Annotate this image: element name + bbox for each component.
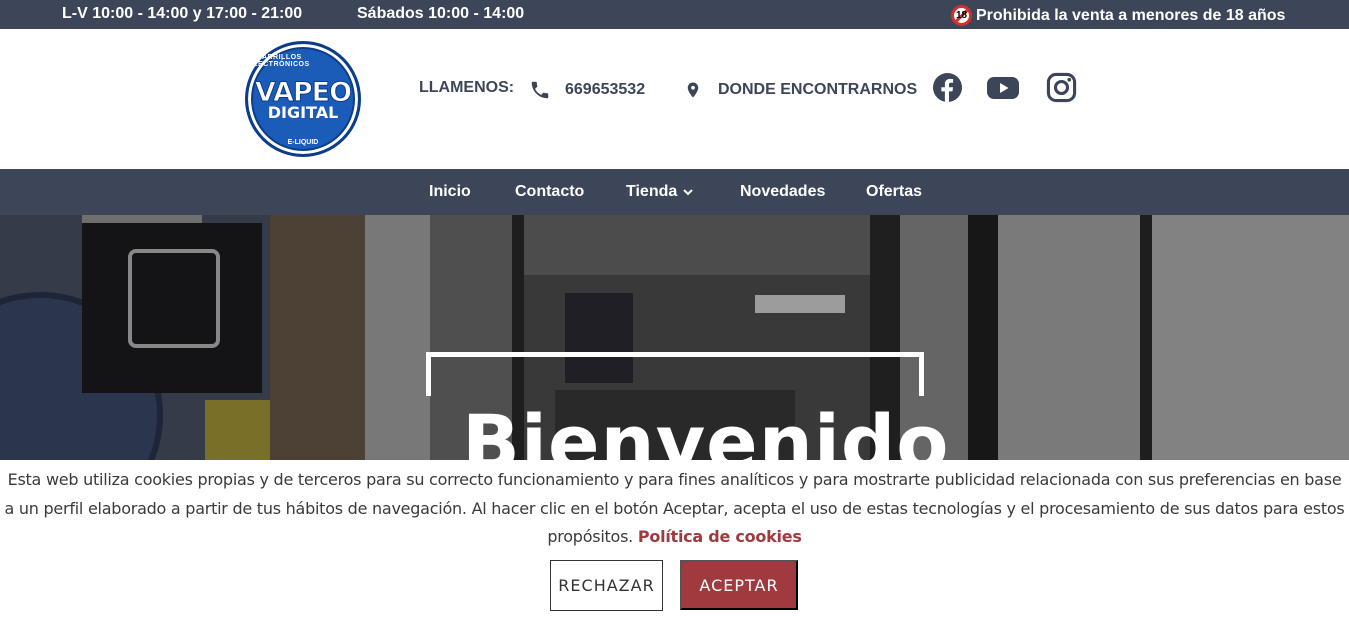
site-header: CIGARRILLOS ELECTRÓNICOS VAPEO DIGITAL E… — [0, 29, 1349, 169]
phone-icon — [531, 81, 549, 99]
facebook-icon — [932, 72, 963, 103]
cookie-message: Esta web utiliza cookies propias y de te… — [4, 466, 1345, 552]
age-notice-text: Prohibida la venta a menores de 18 años — [976, 6, 1286, 24]
nav-item-novedades[interactable]: Novedades — [740, 183, 825, 201]
top-info-bar: L-V 10:00 - 14:00 y 17:00 - 21:00 Sábado… — [0, 0, 1349, 29]
location-link[interactable]: DONDE ENCONTRARNOS — [684, 79, 917, 101]
map-pin-icon — [687, 82, 699, 98]
nav-item-contacto[interactable]: Contacto — [515, 183, 584, 201]
logo-arc-top: CIGARRILLOS ELECTRÓNICOS — [248, 54, 310, 68]
weekday-hours: L-V 10:00 - 14:00 y 17:00 - 21:00 — [62, 5, 303, 22]
hero-frame — [426, 352, 924, 396]
hero-title: Bienvenido — [462, 398, 950, 461]
nav-item-tienda-label: Tienda — [626, 183, 678, 200]
logo-line1: VAPEO — [254, 77, 352, 108]
no-minors-icon: 18 — [951, 5, 972, 26]
saturday-hours: Sábados 10:00 - 14:00 — [357, 5, 525, 22]
call-label: LLAMENOS: — [419, 79, 515, 96]
chevron-down-icon — [683, 189, 693, 196]
phone-link[interactable]: 669653532 — [529, 79, 645, 101]
reject-cookies-button[interactable]: RECHAZAR — [550, 560, 663, 611]
cookie-banner: Esta web utiliza cookies propias y de te… — [0, 460, 1349, 625]
hero-banner: Bienvenido — [0, 215, 1349, 460]
youtube-link[interactable] — [986, 72, 1020, 108]
nav-item-inicio[interactable]: Inicio — [429, 183, 471, 201]
facebook-link[interactable] — [932, 72, 963, 108]
main-nav: Inicio Contacto Tienda Novedades Ofertas — [0, 169, 1349, 215]
location-label: DONDE ENCONTRARNOS — [718, 81, 918, 98]
instagram-link[interactable] — [1046, 72, 1077, 108]
logo-line2: DIGITAL — [267, 103, 339, 122]
instagram-icon — [1046, 72, 1077, 103]
accept-cookies-button[interactable]: ACEPTAR — [680, 560, 798, 610]
site-logo[interactable]: CIGARRILLOS ELECTRÓNICOS VAPEO DIGITAL E… — [245, 41, 361, 157]
phone-number: 669653532 — [565, 81, 646, 98]
cookie-policy-link[interactable]: Política de cookies — [638, 527, 802, 546]
nav-item-ofertas[interactable]: Ofertas — [866, 183, 922, 201]
youtube-icon — [987, 77, 1019, 99]
nav-item-tienda[interactable]: Tienda — [626, 183, 693, 201]
logo-arc-bottom: E-LIQUID — [287, 139, 319, 146]
age-restriction-notice: 18 Prohibida la venta a menores de 18 añ… — [951, 5, 1285, 26]
